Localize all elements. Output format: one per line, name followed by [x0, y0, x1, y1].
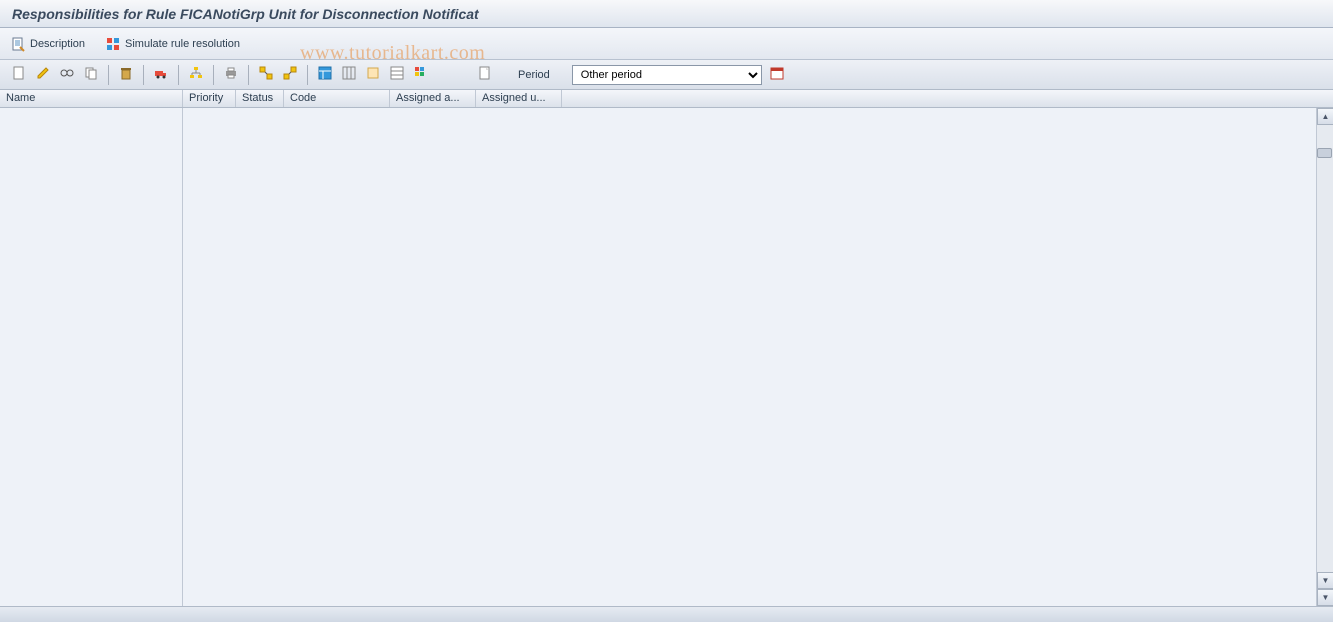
grid-icon	[413, 65, 429, 84]
change-button[interactable]	[32, 64, 54, 86]
calendar-icon	[769, 65, 785, 84]
separator	[143, 65, 144, 85]
select-all-icon	[365, 65, 381, 84]
hierarchy-icon	[188, 65, 204, 84]
print-button[interactable]	[220, 64, 242, 86]
page-icon	[477, 65, 493, 84]
delete-button[interactable]	[115, 64, 137, 86]
grid-body-panel[interactable]	[183, 108, 1333, 606]
table-settings-icon	[389, 65, 405, 84]
scroll-down-button-2[interactable]: ▼	[1317, 589, 1333, 606]
create-icon	[11, 65, 27, 84]
pencil-icon	[35, 65, 51, 84]
description-button[interactable]: Description	[10, 36, 85, 52]
main-toolbar: Period Other period	[0, 60, 1333, 90]
collapse-button[interactable]	[279, 64, 301, 86]
col-header-name[interactable]: Name	[0, 90, 183, 107]
layout-icon	[317, 65, 333, 84]
simulate-icon	[105, 36, 121, 52]
more-button[interactable]	[410, 64, 432, 86]
collapse-icon	[282, 65, 298, 84]
col-header-assigned-u[interactable]: Assigned u...	[476, 90, 562, 107]
separator	[213, 65, 214, 85]
page-button[interactable]	[474, 64, 496, 86]
description-label: Description	[30, 38, 85, 50]
settings-button[interactable]	[386, 64, 408, 86]
col-header-spacer	[562, 90, 1333, 107]
col-header-assigned-a[interactable]: Assigned a...	[390, 90, 476, 107]
truck-icon	[153, 65, 169, 84]
where-used-button[interactable]	[185, 64, 207, 86]
page-title: Responsibilities for Rule FICANotiGrp Un…	[12, 6, 1321, 22]
column-button[interactable]	[338, 64, 360, 86]
print-icon	[223, 65, 239, 84]
col-header-status[interactable]: Status	[236, 90, 284, 107]
title-bar: Responsibilities for Rule FICANotiGrp Un…	[0, 0, 1333, 28]
expand-button[interactable]	[255, 64, 277, 86]
transport-button[interactable]	[150, 64, 172, 86]
period-select[interactable]: Other period	[572, 65, 762, 85]
date-picker-button[interactable]	[766, 64, 788, 86]
simulate-button[interactable]: Simulate rule resolution	[105, 36, 240, 52]
separator	[307, 65, 308, 85]
expand-icon	[258, 65, 274, 84]
status-bar	[0, 606, 1333, 622]
copy-icon	[83, 65, 99, 84]
create-button[interactable]	[8, 64, 30, 86]
display-button[interactable]	[56, 64, 78, 86]
scroll-up-button[interactable]: ▲	[1317, 108, 1333, 125]
separator	[108, 65, 109, 85]
glasses-icon	[59, 65, 75, 84]
description-icon	[10, 36, 26, 52]
column-headers: Name Priority Status Code Assigned a... …	[0, 90, 1333, 108]
top-toolbar: Description Simulate rule resolution	[0, 28, 1333, 60]
vertical-scrollbar[interactable]: ▲ ▼ ▼	[1316, 108, 1333, 606]
scroll-thumb[interactable]	[1317, 148, 1332, 158]
column-icon	[341, 65, 357, 84]
scroll-down-button[interactable]: ▼	[1317, 572, 1333, 589]
col-header-priority[interactable]: Priority	[183, 90, 236, 107]
layout-button[interactable]	[314, 64, 336, 86]
separator	[178, 65, 179, 85]
period-label: Period	[518, 69, 550, 81]
grid-area	[0, 108, 1333, 606]
grid-tree-panel[interactable]	[0, 108, 183, 606]
col-header-code[interactable]: Code	[284, 90, 390, 107]
copy-button[interactable]	[80, 64, 102, 86]
simulate-label: Simulate rule resolution	[125, 38, 240, 50]
select-all-button[interactable]	[362, 64, 384, 86]
trash-icon	[118, 65, 134, 84]
separator	[248, 65, 249, 85]
